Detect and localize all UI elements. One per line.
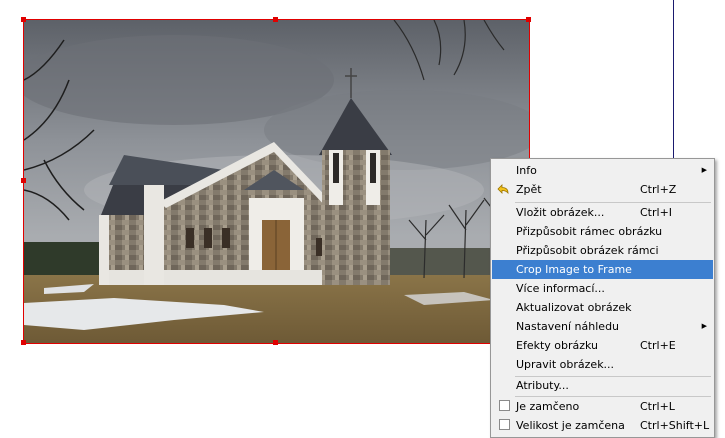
menu-item-label: Aktualizovat obrázek bbox=[516, 301, 632, 314]
resize-handle-bottom-left[interactable] bbox=[21, 340, 26, 345]
menu-item-more-info[interactable]: Více informací... bbox=[492, 279, 713, 298]
menu-item-label: Přizpůsobit obrázek rámci bbox=[516, 244, 659, 257]
menu-item-fit-image-to-frame[interactable]: Přizpůsobit obrázek rámci bbox=[492, 241, 713, 260]
resize-handle-top-left[interactable] bbox=[21, 17, 26, 22]
image-frame[interactable] bbox=[23, 19, 530, 344]
menu-item-update-image[interactable]: Aktualizovat obrázek bbox=[492, 298, 713, 317]
checkbox-icon[interactable] bbox=[499, 400, 510, 411]
submenu-arrow-icon: ▶ bbox=[701, 322, 707, 330]
menu-item-shortcut: Ctrl+E bbox=[640, 339, 676, 352]
menu-item-shortcut: Ctrl+L bbox=[640, 400, 675, 413]
menu-item-label: Crop Image to Frame bbox=[516, 263, 632, 276]
menu-item-label: Vložit obrázek... bbox=[516, 206, 605, 219]
menu-item-crop-image-to-frame[interactable]: Crop Image to Frame bbox=[492, 260, 713, 279]
resize-handle-top-right[interactable] bbox=[526, 17, 531, 22]
menu-item-label: Info bbox=[516, 164, 537, 177]
checkbox-icon[interactable] bbox=[499, 419, 510, 430]
menu-item-shortcut: Ctrl+Z bbox=[640, 183, 677, 196]
menu-item-undo[interactable]: Zpět Ctrl+Z bbox=[492, 180, 713, 199]
page-edge-line bbox=[673, 0, 674, 160]
menu-item-label: Je zamčeno bbox=[516, 400, 580, 413]
resize-handle-mid-left[interactable] bbox=[21, 178, 26, 183]
menu-item-image-effects[interactable]: Efekty obrázku Ctrl+E bbox=[492, 336, 713, 355]
menu-item-label: Zpět bbox=[516, 183, 542, 196]
menu-item-insert-image[interactable]: Vložit obrázek... Ctrl+I bbox=[492, 203, 713, 222]
menu-item-shortcut: Ctrl+Shift+L bbox=[640, 419, 710, 432]
menu-item-label: Více informací... bbox=[516, 282, 605, 295]
undo-arrow-icon bbox=[497, 184, 509, 195]
menu-item-label: Přizpůsobit rámec obrázku bbox=[516, 225, 663, 238]
menu-item-label: Efekty obrázku bbox=[516, 339, 599, 352]
menu-item-label: Nastavení náhledu bbox=[516, 320, 620, 333]
menu-item-shortcut: Ctrl+I bbox=[640, 206, 673, 219]
resize-handle-bottom-mid[interactable] bbox=[273, 340, 278, 345]
context-menu: Info ▶ Zpět Ctrl+Z Vložit obrázek... Ctr… bbox=[490, 158, 715, 438]
menu-item-edit-image[interactable]: Upravit obrázek... bbox=[492, 355, 713, 374]
menu-item-fit-frame-to-image[interactable]: Přizpůsobit rámec obrázku bbox=[492, 222, 713, 241]
menu-item-preview-settings[interactable]: Nastavení náhledu ▶ bbox=[492, 317, 713, 336]
submenu-arrow-icon: ▶ bbox=[701, 166, 707, 174]
menu-item-label: Velikost je zamčena bbox=[516, 419, 625, 432]
menu-item-info[interactable]: Info ▶ bbox=[492, 161, 713, 180]
resize-handle-top-mid[interactable] bbox=[273, 17, 278, 22]
menu-item-size-is-locked[interactable]: Velikost je zamčena Ctrl+Shift+L bbox=[492, 416, 713, 435]
menu-item-attributes[interactable]: Atributy... bbox=[492, 376, 713, 395]
menu-item-is-locked[interactable]: Je zamčeno Ctrl+L bbox=[492, 397, 713, 416]
menu-item-label: Atributy... bbox=[516, 379, 569, 392]
church-photo bbox=[24, 20, 529, 343]
menu-item-label: Upravit obrázek... bbox=[516, 358, 615, 371]
